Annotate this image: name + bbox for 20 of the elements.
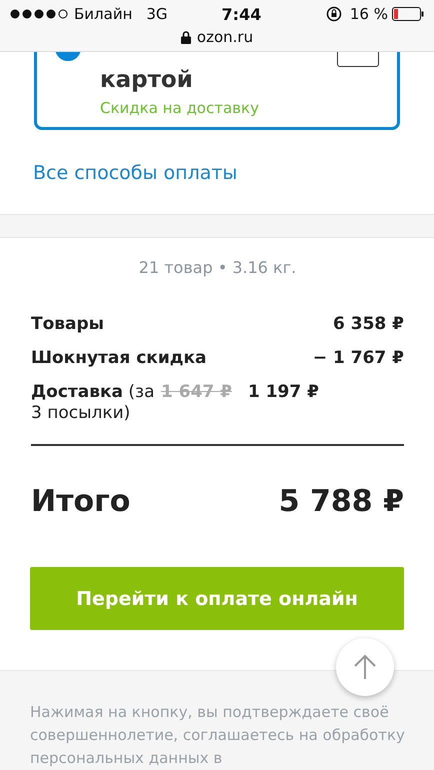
summary-label: Товары (31, 314, 106, 335)
battery-percent: 16 % (350, 5, 388, 23)
clock: 7:44 (222, 4, 262, 24)
summary-label: Шокнутая скидка (31, 348, 208, 369)
payment-option-title: картой (100, 67, 194, 93)
summary-value: 1 197 ₽ (248, 382, 319, 403)
summary-label: Доставка (за 3 посылки) (31, 382, 156, 424)
summary-value: − 1 767 ₽ (312, 348, 404, 369)
total-label: Итого (31, 484, 130, 519)
summary-value: 6 358 ₽ (333, 314, 404, 335)
delivery-discount-note: Скидка на доставку (100, 99, 260, 117)
network-type: 3G (146, 5, 168, 23)
payment-option-card[interactable]: картой Скидка на доставку (34, 52, 400, 130)
page-url[interactable]: ozon.ru (196, 28, 254, 46)
disclaimer-text: Нажимая на кнопку, вы подтверждаете своё совершеннолетие, соглашаетесь на обработку персональных данных в (30, 702, 406, 769)
carrier-name: Билайн (74, 5, 132, 23)
total-value: 5 788 ₽ (278, 484, 404, 519)
all-payment-methods-link[interactable]: Все способы оплаты (33, 162, 238, 184)
order-meta: 21 товар • 3.16 кг. (138, 258, 298, 277)
old-price: 1 647 ₽ (161, 382, 232, 403)
